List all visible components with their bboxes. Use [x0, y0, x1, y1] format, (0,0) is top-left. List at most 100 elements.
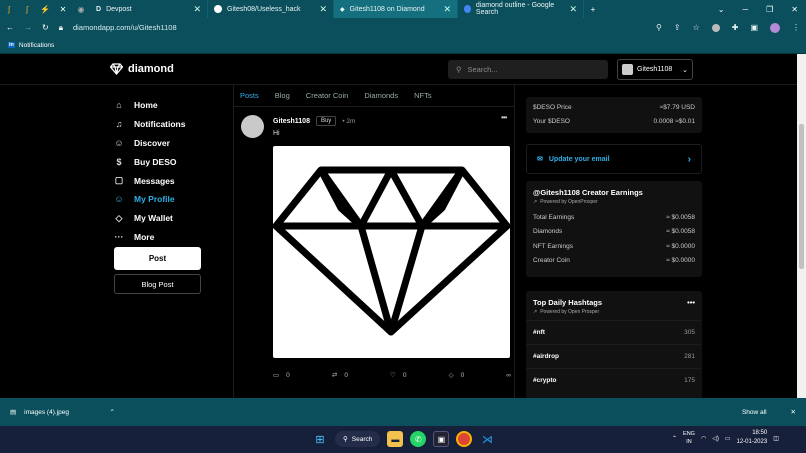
- profile-avatar-icon[interactable]: [770, 22, 780, 33]
- search-input[interactable]: ⚲ Search...: [448, 60, 608, 79]
- tab-google[interactable]: diamond outline - Google Search ✕: [458, 0, 584, 18]
- blog-post-button[interactable]: Blog Post: [114, 274, 201, 294]
- puzzle-icon[interactable]: ✚: [732, 23, 739, 32]
- chrome-icon[interactable]: [456, 431, 473, 447]
- tab-nfts[interactable]: NFTs: [414, 91, 432, 100]
- post-username[interactable]: Gitesh1108: [273, 118, 310, 125]
- pinned-tab-3[interactable]: ⚡: [36, 0, 54, 18]
- sidebar-item-discover[interactable]: ☺ Discover: [114, 134, 204, 153]
- tab-github[interactable]: Gitesh08/Useless_hack ✕: [208, 0, 334, 18]
- earnings-row: Total Earnings ≈ $0.0058: [526, 210, 702, 225]
- forward-icon[interactable]: →: [24, 23, 32, 32]
- volume-icon[interactable]: ◁): [712, 435, 719, 442]
- search-icon[interactable]: ⚲: [656, 23, 662, 32]
- hashtag-row[interactable]: #crypto 175: [526, 368, 702, 392]
- repost-count: 0: [344, 371, 348, 379]
- more-options-icon[interactable]: •••: [687, 298, 695, 307]
- vscode-icon[interactable]: ⋊: [479, 431, 495, 447]
- sidebar-item-my-profile[interactable]: ☺ My Profile: [114, 190, 204, 209]
- wifi-icon[interactable]: ◠: [701, 435, 706, 442]
- region-code: IN: [686, 439, 692, 445]
- battery-icon[interactable]: ▭: [725, 435, 731, 442]
- bolt-icon: ⚡: [40, 4, 50, 14]
- language-indicator[interactable]: ENG IN: [683, 430, 695, 446]
- sidebar-item-messages[interactable]: ▢ Messages: [114, 171, 204, 190]
- new-tab-button[interactable]: +: [584, 0, 602, 18]
- pinned-tab-1[interactable]: ʃ: [0, 0, 18, 18]
- page-scrollbar[interactable]: [797, 54, 806, 398]
- hashtag: #crypto: [533, 377, 557, 384]
- user-menu-button[interactable]: Gitesh1108 ⌄: [617, 59, 693, 80]
- url-field[interactable]: diamondapp.com/u/Gitesh1108: [73, 23, 646, 32]
- external-link-icon: ↗: [533, 199, 538, 205]
- buy-button[interactable]: Buy: [315, 116, 337, 126]
- earnings-powered-by[interactable]: ↗ Powered by OpenProsper: [526, 197, 702, 210]
- hashtag-row[interactable]: #nft 305: [526, 320, 702, 344]
- profile-feed: Posts Blog Creator Coin Diamonds NFTs Gi…: [233, 85, 515, 398]
- minimize-icon[interactable]: ─: [742, 5, 748, 14]
- diamond-button[interactable]: ◇ 0: [449, 371, 465, 380]
- close-icon[interactable]: ✕: [569, 4, 577, 15]
- comment-button[interactable]: ▭ 0: [273, 371, 290, 380]
- update-email-link[interactable]: Update your email: [549, 156, 610, 163]
- repost-button[interactable]: ⇄ 0: [332, 371, 348, 380]
- wallet-icon: ◇: [115, 212, 123, 223]
- close-icon[interactable]: ✕: [791, 408, 796, 416]
- back-icon[interactable]: ←: [6, 23, 14, 32]
- post-button[interactable]: Post: [114, 247, 201, 270]
- home-icon: ⌂: [116, 100, 122, 111]
- notification-icon[interactable]: ◫: [773, 435, 779, 442]
- show-all-link[interactable]: Show all: [742, 409, 767, 416]
- scrollbar-thumb[interactable]: [799, 124, 804, 269]
- earnings-row: NFT Earnings ≈ $0.0000: [526, 239, 702, 254]
- sidebar-item-more[interactable]: ··· More: [114, 228, 204, 247]
- earnings-value: ≈ $0.0000: [666, 242, 695, 250]
- sidebar-icon[interactable]: ▣: [750, 23, 758, 32]
- restore-icon[interactable]: ❐: [766, 5, 773, 14]
- sidebar-item-my-wallet[interactable]: ◇ My Wallet: [114, 209, 204, 228]
- sidebar-item-home[interactable]: ⌂ Home: [114, 96, 204, 115]
- logo[interactable]: diamond: [110, 63, 174, 75]
- tab-creator-coin[interactable]: Creator Coin: [306, 91, 349, 100]
- share-icon[interactable]: ⇪: [674, 23, 681, 32]
- tab-diamond[interactable]: ◆ Gitesh1108 on Diamond ✕: [334, 0, 458, 18]
- pinned-tab-x[interactable]: ✕: [54, 0, 72, 18]
- app-icon[interactable]: ▣: [433, 431, 450, 447]
- close-icon[interactable]: ✕: [443, 4, 451, 15]
- tab-devpost[interactable]: D Devpost ✕: [90, 0, 208, 18]
- menu-icon[interactable]: ⋮: [792, 23, 800, 32]
- pinned-tab-5[interactable]: ◉: [72, 0, 90, 18]
- close-window-icon[interactable]: ✕: [791, 5, 798, 14]
- taskbar-search[interactable]: ⚲ Search: [335, 431, 381, 447]
- post-image[interactable]: [272, 146, 511, 358]
- link-button[interactable]: ∞: [506, 371, 511, 379]
- chevron-up-icon[interactable]: ⌃: [110, 408, 115, 416]
- avatar[interactable]: [241, 115, 264, 138]
- sidebar-item-notifications[interactable]: ♫ Notifications: [114, 115, 204, 134]
- more-options-icon[interactable]: •••: [501, 113, 507, 122]
- pinned-tab-2[interactable]: ʃ: [18, 0, 36, 18]
- tab-posts[interactable]: Posts: [240, 91, 259, 100]
- whatsapp-icon[interactable]: ✆: [410, 431, 427, 447]
- tab-blog[interactable]: Blog: [275, 91, 290, 100]
- windows-start-icon[interactable]: ⊞: [312, 431, 328, 447]
- download-item[interactable]: ▤ images (4).jpeg ⌃: [10, 408, 115, 417]
- hashtag-row[interactable]: #airdrop 281: [526, 344, 702, 368]
- bookmark-notifications[interactable]: Notifications: [19, 42, 54, 49]
- reload-icon[interactable]: ↻: [42, 23, 49, 32]
- diamond-count: 0: [460, 371, 465, 379]
- chevron-up-icon[interactable]: ⌃: [672, 435, 677, 442]
- update-email-card[interactable]: ✉ Update your email ›: [526, 144, 702, 174]
- like-button[interactable]: ♡ 0: [390, 371, 406, 380]
- chevron-down-icon[interactable]: ⌄: [718, 5, 725, 14]
- star-icon[interactable]: ☆: [693, 23, 700, 32]
- hashtags-powered-by[interactable]: ↗ Powered by Open Prosper: [526, 307, 702, 320]
- tab-diamonds[interactable]: Diamonds: [364, 91, 398, 100]
- diamond-outline-image: [272, 166, 511, 336]
- clock[interactable]: 18:50 12-01-2023: [737, 429, 768, 447]
- close-icon[interactable]: ✕: [319, 4, 327, 15]
- extension-icon[interactable]: [711, 23, 720, 32]
- file-explorer-icon[interactable]: ▬: [387, 431, 404, 447]
- sidebar-item-buy-deso[interactable]: $ Buy DESO: [114, 152, 204, 171]
- close-icon[interactable]: ✕: [193, 4, 201, 15]
